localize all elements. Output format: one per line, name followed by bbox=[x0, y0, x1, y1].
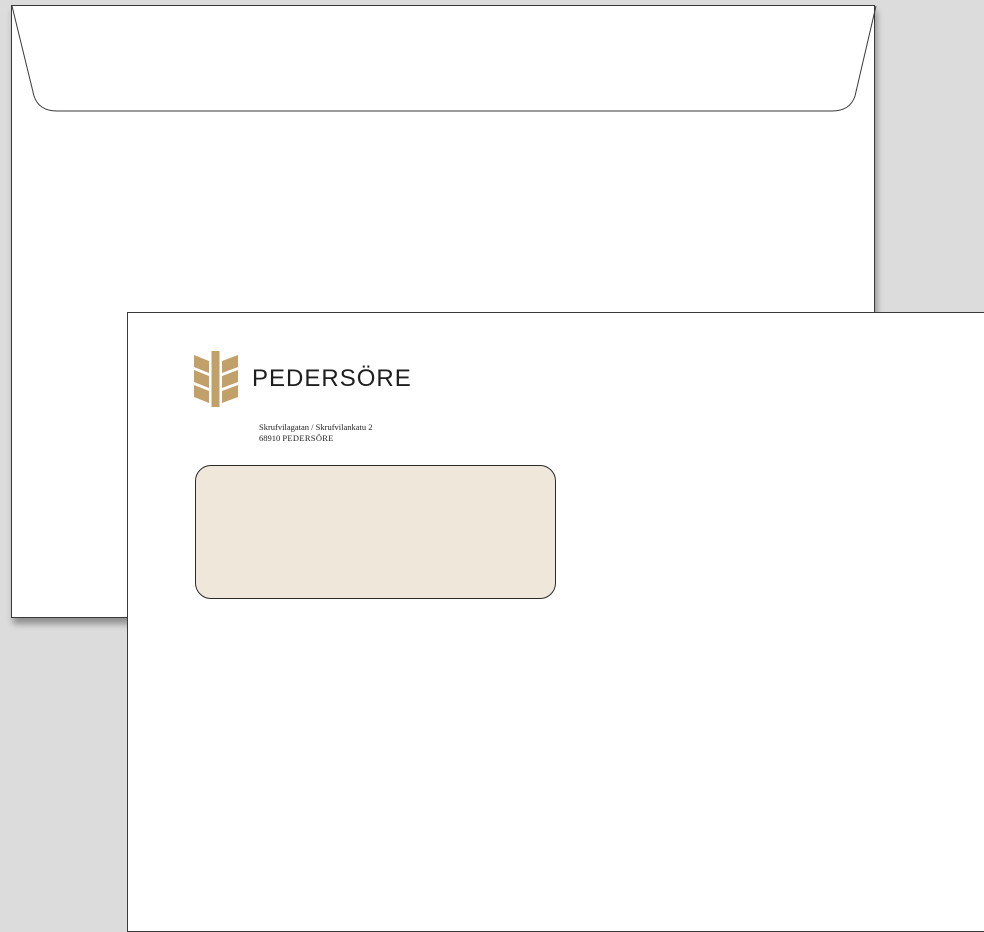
pedersore-logo-icon bbox=[194, 351, 238, 407]
address-city: PEDERSÖRE bbox=[282, 433, 334, 443]
brand-name: PEDERSÖRE bbox=[252, 365, 412, 392]
address-street: Skrufvilagatan / Skrufvilankatu 2 bbox=[259, 422, 373, 432]
brand-header: PEDERSÖRE bbox=[194, 351, 412, 407]
address-zip-line: 68910 PEDERSÖRE bbox=[259, 433, 373, 444]
sender-address: Skrufvilagatan / Skrufvilankatu 2 68910 … bbox=[259, 422, 373, 444]
envelope-front: PEDERSÖRE Skrufvilagatan / Skrufvilankat… bbox=[127, 312, 984, 932]
address-postal-code: 68910 bbox=[259, 433, 281, 443]
address-window bbox=[195, 465, 556, 599]
envelope-flap bbox=[11, 5, 877, 112]
